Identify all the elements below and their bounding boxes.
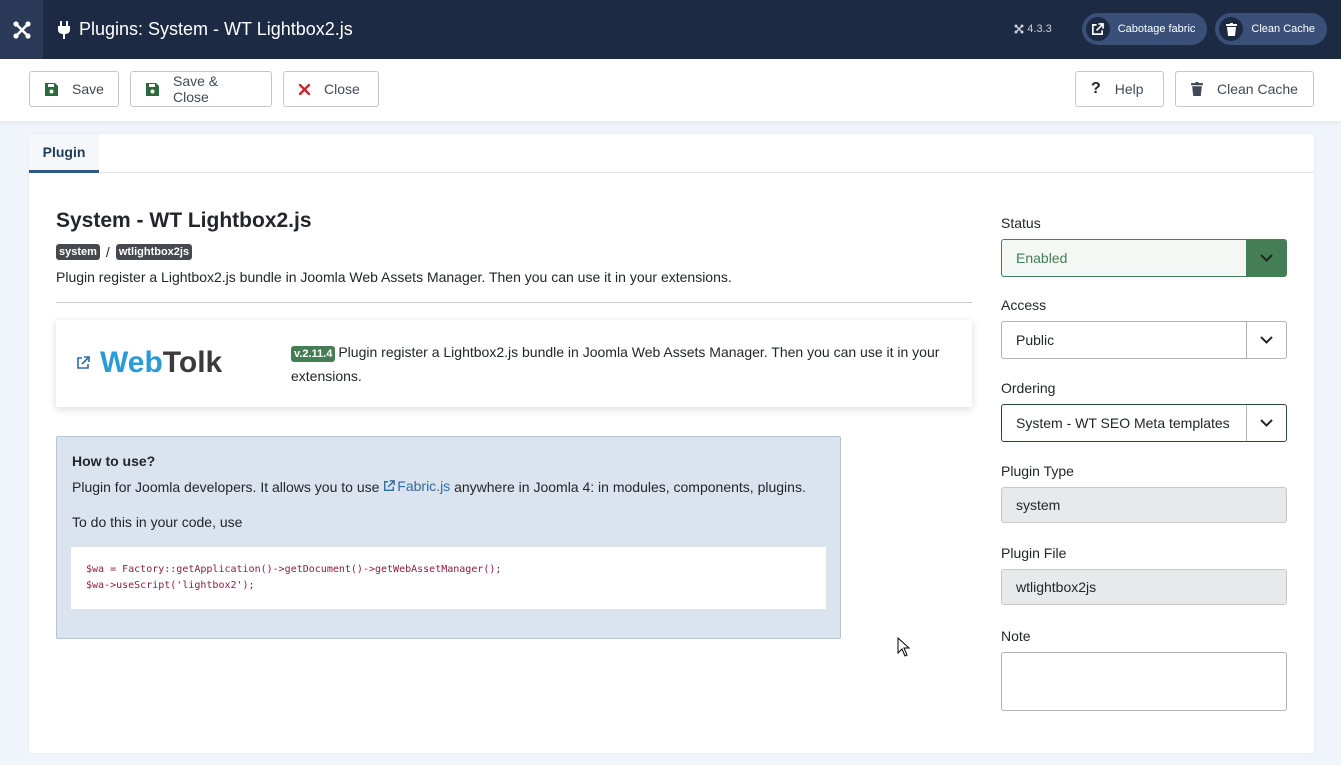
app-header: Plugins: System - WT Lightbox2.js 4.3.3 … <box>0 0 1341 59</box>
plugin-badges: system / wtlightbox2js <box>56 244 193 260</box>
badge-separator: / <box>105 244 110 260</box>
plugin-file-field: wtlightbox2js <box>1001 569 1287 605</box>
trash-icon <box>1191 82 1203 96</box>
plugin-description: Plugin register a Lightbox2.js bundle in… <box>56 269 732 285</box>
chevron-down-icon <box>1246 322 1286 358</box>
close-icon <box>299 83 310 95</box>
ordering-select[interactable]: System - WT SEO Meta templates <box>1001 404 1287 442</box>
plugin-file-label: Plugin File <box>1001 545 1067 561</box>
help-button[interactable]: ? Help <box>1075 71 1164 107</box>
status-label: Status <box>1001 215 1041 231</box>
plugin-title: System - WT Lightbox2.js <box>56 209 312 232</box>
clean-cache-button[interactable]: Clean Cache <box>1175 71 1314 107</box>
note-textarea[interactable] <box>1001 652 1287 711</box>
tab-plugin[interactable]: Plugin <box>29 134 99 173</box>
access-select[interactable]: Public <box>1001 321 1287 359</box>
mouse-cursor-icon <box>897 636 911 660</box>
cabotage-fabric-button[interactable]: Cabotage fabric <box>1081 13 1208 45</box>
webtolk-logo-tolk: Tolk <box>162 346 223 379</box>
joomla-logo[interactable] <box>0 0 43 59</box>
page-title-bar: Plugins: System - WT Lightbox2.js <box>57 19 353 40</box>
plugin-type-field: system <box>1001 487 1287 523</box>
question-icon: ? <box>1091 80 1101 97</box>
element-badge: wtlightbox2js <box>115 244 193 260</box>
joomla-version: 4.3.3 <box>1014 23 1052 35</box>
header-clean-cache-button[interactable]: Clean Cache <box>1215 13 1327 45</box>
version-badge: v.2.11.4 <box>291 346 336 362</box>
how-to-text: Plugin for Joomla developers. It allows … <box>72 478 806 495</box>
how-to-instruction: To do this in your code, use <box>72 514 243 530</box>
plug-icon <box>57 20 71 39</box>
joomla-icon <box>12 20 31 39</box>
webtolk-description: v.2.11.4 Plugin register a Lightbox2.js b… <box>291 344 940 384</box>
toolbar: Save Save & Close Close ? Help Clean Cac… <box>0 59 1341 121</box>
how-to-use-box: How to use? Plugin for Joomla developers… <box>56 436 841 639</box>
access-label: Access <box>1001 297 1047 313</box>
external-link-icon <box>1085 17 1110 41</box>
close-button[interactable]: Close <box>283 71 379 107</box>
tab-bar: Plugin <box>29 134 1314 173</box>
plugin-type-label: Plugin Type <box>1001 463 1074 479</box>
chevron-down-icon <box>1246 405 1286 441</box>
save-button[interactable]: Save <box>29 71 119 107</box>
group-badge: system <box>56 244 100 260</box>
divider <box>56 302 972 303</box>
save-icon <box>146 82 159 96</box>
webtolk-logo-link[interactable]: Web Tolk <box>76 346 222 380</box>
how-to-title: How to use? <box>72 453 156 469</box>
webtolk-info-box: Web Tolk v.2.11.4 Plugin register a Lightb… <box>56 320 972 407</box>
external-link-icon <box>384 480 396 491</box>
trash-icon <box>1219 17 1244 41</box>
chevron-down-icon <box>1246 240 1286 276</box>
note-label: Note <box>1001 628 1031 644</box>
joomla-small-icon <box>1014 24 1024 34</box>
external-link-icon <box>76 356 90 370</box>
ordering-label: Ordering <box>1001 380 1056 396</box>
fabricjs-link[interactable]: Fabric.js <box>383 478 450 494</box>
save-close-button[interactable]: Save & Close <box>130 71 272 107</box>
code-snippet: $wa = Factory::getApplication()->getDocu… <box>71 547 826 609</box>
status-select[interactable]: Enabled <box>1001 239 1287 277</box>
webtolk-logo-web: Web <box>100 346 163 379</box>
page-title: Plugins: System - WT Lightbox2.js <box>79 19 353 39</box>
save-icon <box>45 82 58 96</box>
plugin-card: Plugin System - WT Lightbox2.js system /… <box>29 134 1314 753</box>
